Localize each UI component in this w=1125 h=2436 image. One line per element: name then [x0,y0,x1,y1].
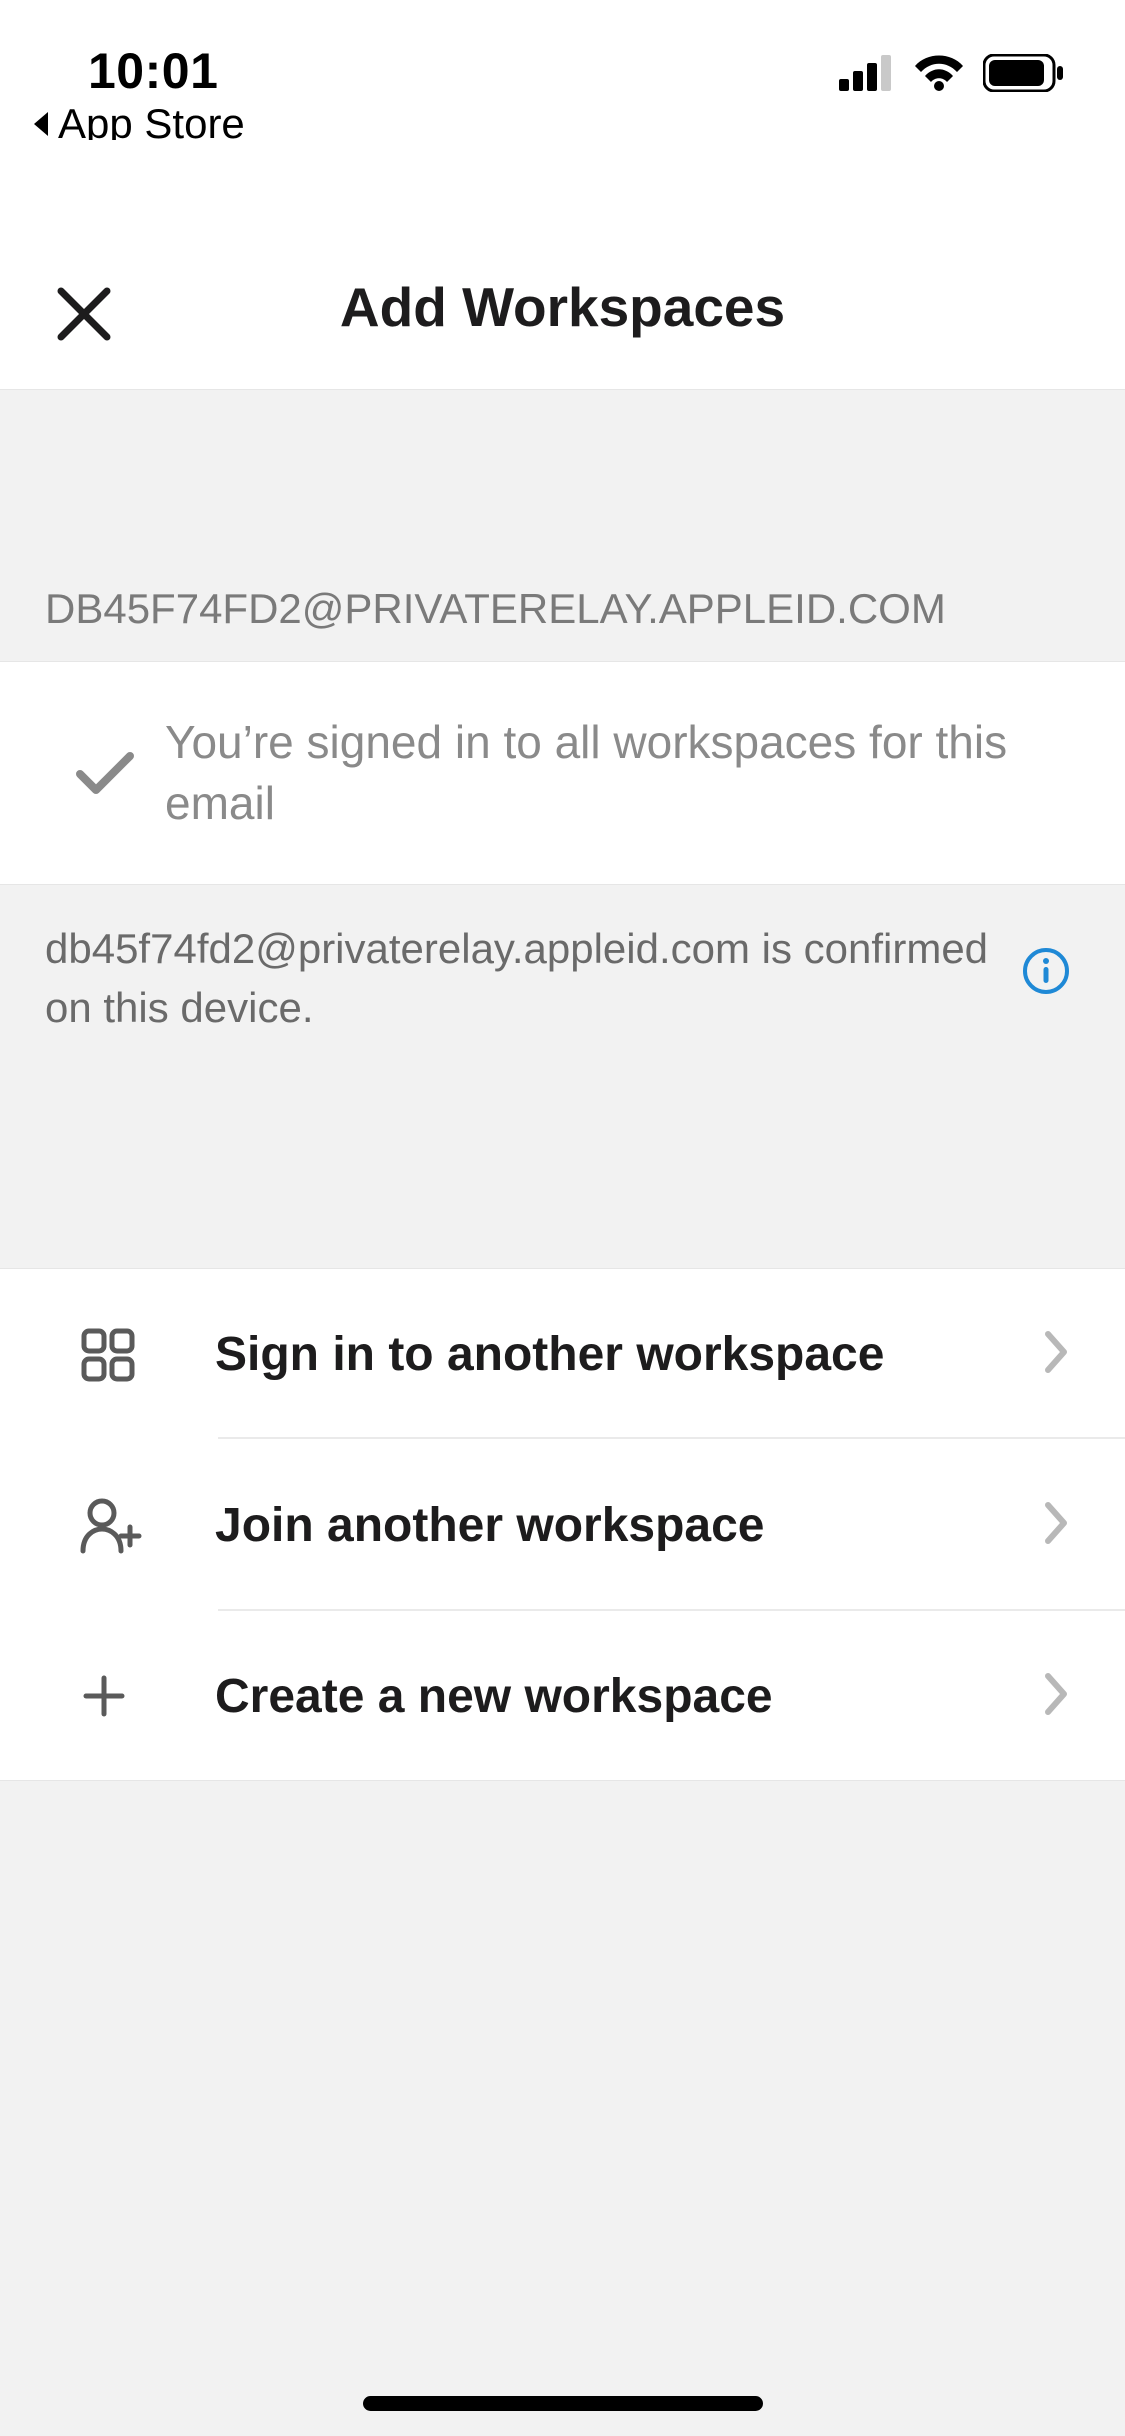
info-button[interactable] [1022,947,1070,1011]
info-icon [1022,947,1070,995]
create-new-workspace-row[interactable]: Create a new workspace [0,1611,1125,1780]
status-time: 10:01 [88,42,218,100]
chevron-right-icon [1042,1499,1070,1547]
cellular-signal-icon [839,55,895,91]
workspace-actions-group: Sign in to another workspace Join anothe… [0,1268,1125,1781]
wifi-icon [913,54,965,92]
plus-icon [80,1672,128,1720]
email-confirmed-text: db45f74fd2@privaterelay.appleid.com is c… [45,920,992,1038]
signed-in-status-row: You’re signed in to all workspaces for t… [0,662,1125,884]
join-another-workspace-row[interactable]: Join another workspace [0,1439,1125,1611]
create-new-workspace-label: Create a new workspace [215,1669,1042,1724]
chevron-right-icon [1042,1670,1070,1718]
checkmark-icon [76,750,134,796]
battery-icon [983,54,1065,92]
status-right [839,54,1065,92]
close-icon [55,285,113,343]
home-indicator[interactable] [363,2396,763,2411]
sign-in-another-workspace-row[interactable]: Sign in to another workspace [0,1269,1125,1439]
signed-in-message: You’re signed in to all workspaces for t… [165,712,1080,834]
email-section-header: DB45F74FD2@PRIVATERELAY.APPLEID.COM [0,390,1125,662]
workspaces-grid-icon [80,1327,136,1383]
back-caret-icon [30,110,52,138]
page-title: Add Workspaces [0,275,1125,339]
chevron-right-icon [1042,1328,1070,1376]
join-another-workspace-label: Join another workspace [215,1498,1042,1553]
person-plus-icon [80,1497,144,1555]
email-confirmed-note: db45f74fd2@privaterelay.appleid.com is c… [0,884,1125,1073]
sign-in-another-workspace-label: Sign in to another workspace [215,1327,1042,1382]
status-bar: 10:01 App Store [0,0,1125,140]
close-button[interactable] [55,285,113,348]
page-header: Add Workspaces [0,140,1125,390]
